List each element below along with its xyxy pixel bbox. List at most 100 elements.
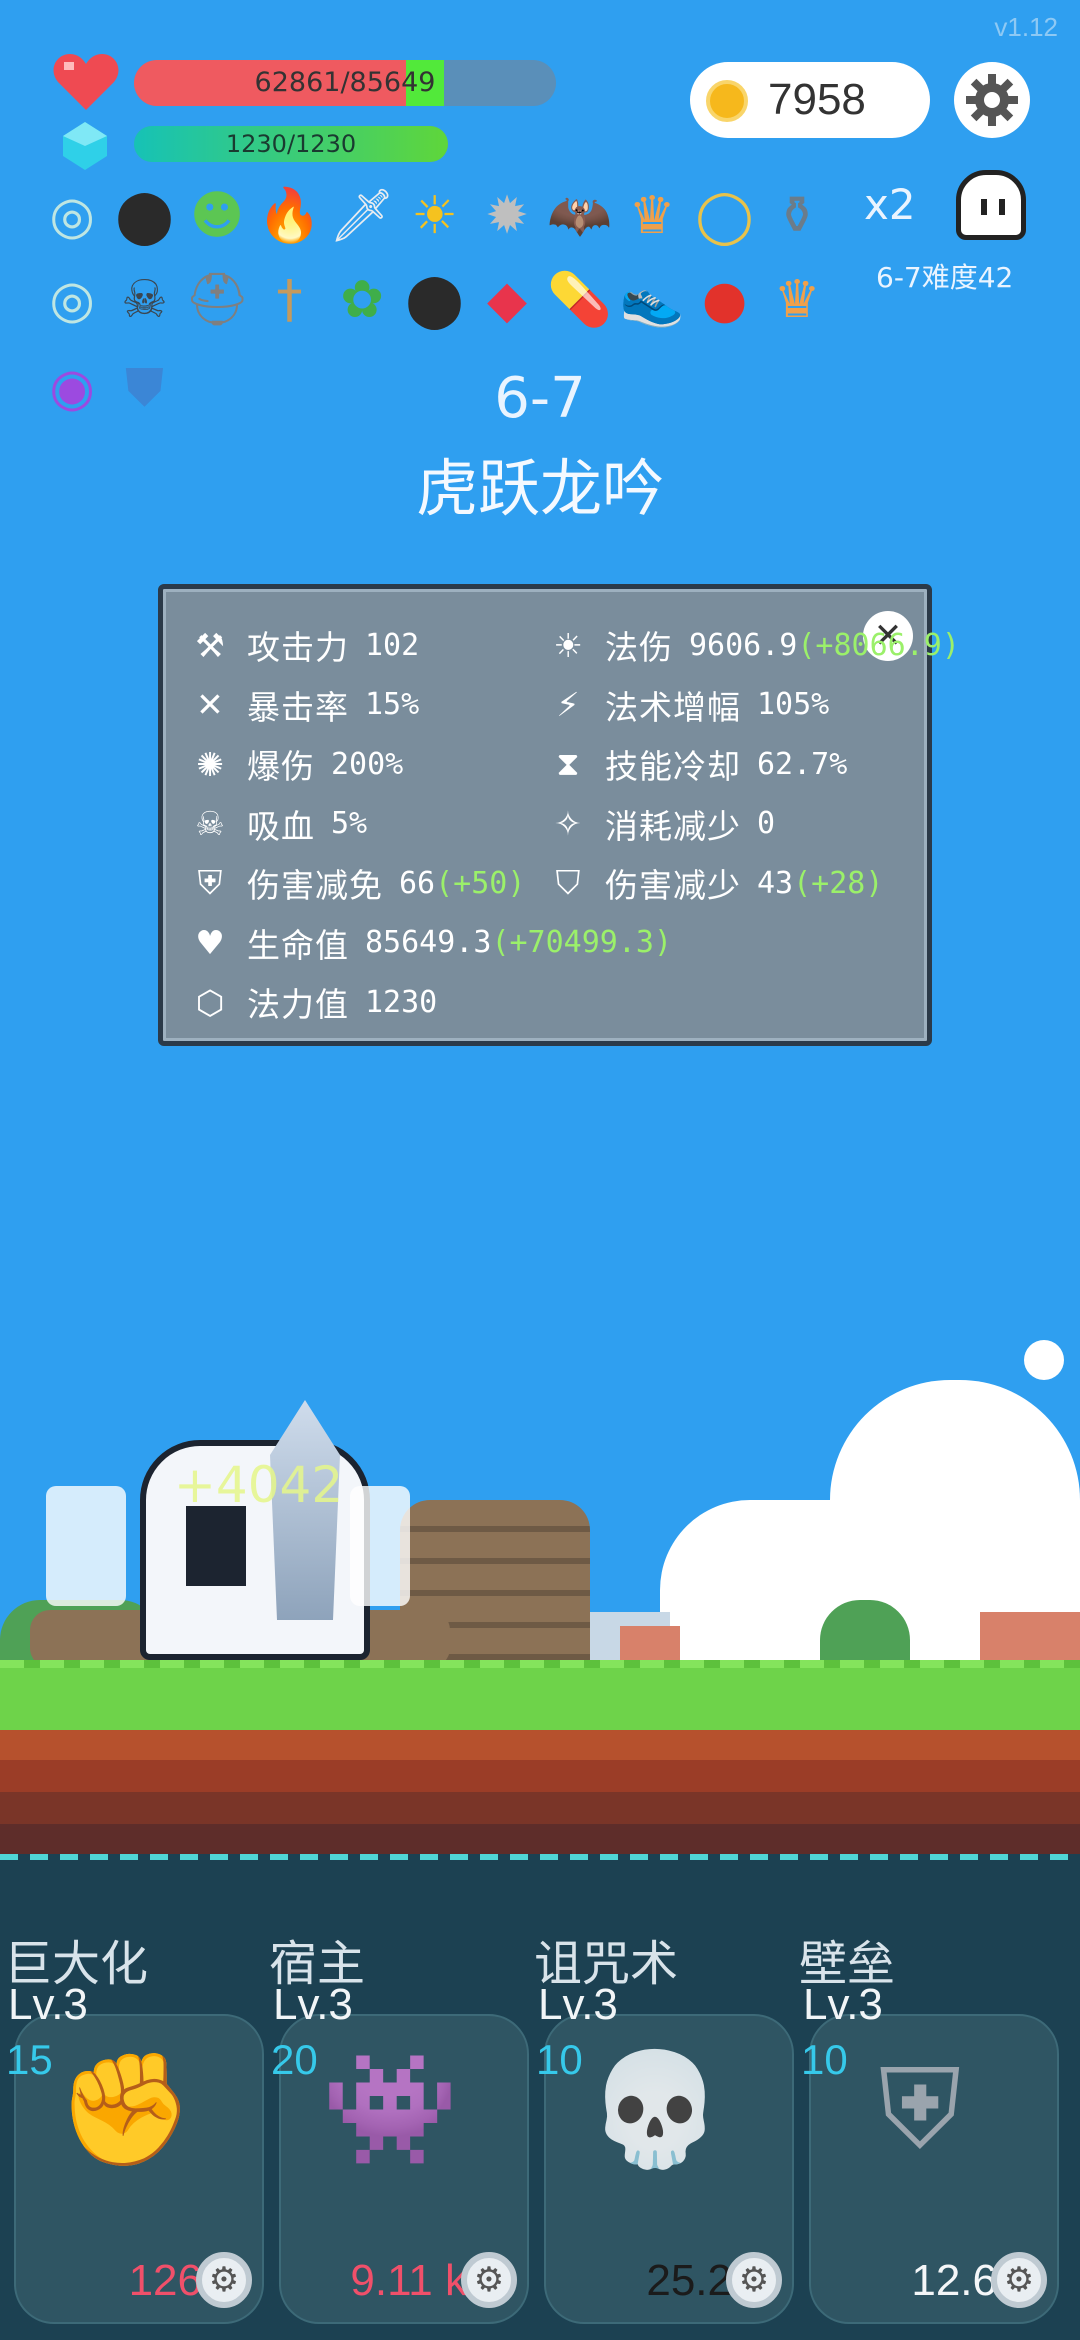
stat-name: 技能冷却 [605,747,741,786]
skill-level: Lv.3 [803,1980,883,2029]
apple-icon[interactable]: ● [689,264,761,336]
gold-amount: 7958 [768,75,866,124]
skill-cost: 10 [536,2036,583,2083]
stat-value: 66 [399,865,436,901]
axe-icon: ⚒ [195,625,225,665]
stat-right-2: ⧗ 技能冷却 62.7% [543,740,847,788]
settings-button[interactable] [954,62,1030,138]
gear-icon [966,74,1018,126]
stat-name: 法伤 [605,628,673,667]
skill-value: 126 [128,2256,202,2305]
mp-text: 1230/1230 [225,130,357,158]
shield-icon: ⛨ [197,863,223,902]
skill-cost: 15 [6,2036,53,2083]
green-monster-icon: 👾 [321,2045,459,2173]
combat-float-text: +4042 [174,1456,344,1514]
lightning-icon: ⚡ [556,685,580,724]
stat-name: 伤害减少 [605,866,741,905]
skill-upgrade-button[interactable]: ⚙ [726,2252,782,2308]
stat-value: 105% [757,687,830,722]
ghost-icon[interactable] [956,170,1026,240]
skull-horns-icon: ☠ [195,804,225,843]
skull-book-icon[interactable]: ☠ [109,264,181,336]
sun-icon: ☀ [553,625,583,665]
target-disc-icon[interactable]: ◎ [36,180,108,252]
skill-value: 9.11 k [350,2256,467,2305]
difficulty-label: 6-7难度42 [876,261,1014,294]
skill-2[interactable]: 诅咒术 Lv.3 10 💀 25.2 ⚙ [530,1854,800,2340]
skill-level: Lv.3 [273,1980,353,2029]
stat-bonus: (+70499.3) [491,925,673,960]
gold-counter: 7958 [690,62,930,138]
skill-upgrade-button[interactable]: ⚙ [461,2252,517,2308]
stat-bonus: (+28) [793,865,884,901]
skill-upgrade-button[interactable]: ⚙ [991,2252,1047,2308]
speed-multiplier[interactable]: x2 [864,180,916,229]
armor-icon: ⛨ [878,2045,962,2173]
fence [620,1626,680,1662]
sword-icon[interactable]: 🗡 [326,180,398,252]
green-monster-icon[interactable]: ☻ [181,180,253,252]
bat-icon[interactable]: 🦇 [544,180,616,252]
stat-name: 吸血 [247,806,315,846]
shield-fist-icon: ⛉ [555,863,581,902]
skill-level: Lv.3 [538,1980,618,2029]
stat-bonus: (+8066.9) [797,627,960,663]
stat-value: 85649.3 [365,925,492,960]
ruby-gem-icon[interactable]: ◆ [471,264,543,336]
skill-0[interactable]: 巨大化 Lv.3 15 ✊ 126 ⚙ [0,1854,270,2340]
skull-icon: 💀 [586,2045,724,2173]
pill-capsule-icon[interactable]: 💊 [544,264,616,336]
fence-right [980,1612,1080,1664]
stat-name: 法力值 [247,985,349,1024]
stat-value: 1230 [365,984,438,1020]
black-cauldron-icon[interactable]: ⬤ [109,180,181,252]
sneaker-icon[interactable]: 👟 [616,264,688,336]
stat-name: 伤害减免 [247,866,383,905]
mana-crystal-icon [60,120,110,172]
gear-icon: ⚙ [738,2260,770,2300]
hp-bar: 62861/85649 [134,60,556,106]
stat-value: 9606.9 [689,627,798,663]
spartan-helmet-icon[interactable]: ⛑ [181,264,253,336]
stat-value: 0 [757,806,776,841]
gold-ring-icon[interactable]: ◯ [689,180,761,252]
stat-value: 102 [365,627,420,663]
coin-icon [706,80,748,122]
skill-value: 25.2 [646,2256,732,2305]
hexagon-icon: ⬡ [195,982,225,1022]
stats-panel: ✕ ⚒ 攻击力 102 ✕ 暴击率 15% ✺ 爆伤 200% ☠ 吸血 5% ⛨ 伤害减免 66 (+50)… [158,584,960,1046]
skill-cost: 20 [271,2036,318,2083]
crown-icon[interactable]: ♛ [761,264,833,336]
hp-text: 62861/85649 [254,67,436,98]
stat-right-1: ⚡ 法术增幅 105% [543,681,829,729]
spiked-mace-icon[interactable]: ✹ [471,180,543,252]
fist-icon: ✊ [56,2045,194,2173]
stat-left-0: ⚒ 攻击力 102 [185,621,419,669]
mortar-pestle-icon[interactable]: ⚱ [761,180,833,252]
sun-orb-icon[interactable]: ☀ [399,180,471,252]
stat-left-6: ⬡ 法力值 1230 [185,978,438,1026]
heart-icon [52,52,120,112]
dagger-icon[interactable]: † [254,264,326,336]
black-cauldron-icon[interactable]: ⬤ [399,264,471,336]
gear-icon: ⚙ [473,2260,505,2300]
stat-name: 爆伤 [247,747,315,786]
skill-upgrade-button[interactable]: ⚙ [196,2252,252,2308]
fire-icon[interactable]: 🔥 [254,180,326,252]
crown-icon[interactable]: ♛ [616,180,688,252]
skill-3[interactable]: 壁垒 Lv.3 10 ⛨ 12.6 ⚙ [795,1854,1065,2340]
stat-right-3: ✧ 消耗减少 0 [543,800,775,848]
stat-left-1: ✕ 暴击率 15% [185,681,419,729]
stage-title: 虎跃龙吟 [415,452,664,525]
stat-left-4: ⛨ 伤害减免 66 (+50) [185,859,526,907]
stat-name: 消耗减少 [605,806,741,846]
aura-left [46,1486,126,1606]
potted-plant-icon[interactable]: ✿ [326,264,398,336]
heart-icon: ♥ [195,923,225,962]
stat-bonus: (+50) [435,865,526,901]
target-disc-icon[interactable]: ◎ [36,264,108,336]
version-label: v1.12 [994,12,1058,42]
stat-value: 43 [757,865,794,901]
skill-1[interactable]: 宿主 Lv.3 20 👾 9.11 k ⚙ [265,1854,535,2340]
